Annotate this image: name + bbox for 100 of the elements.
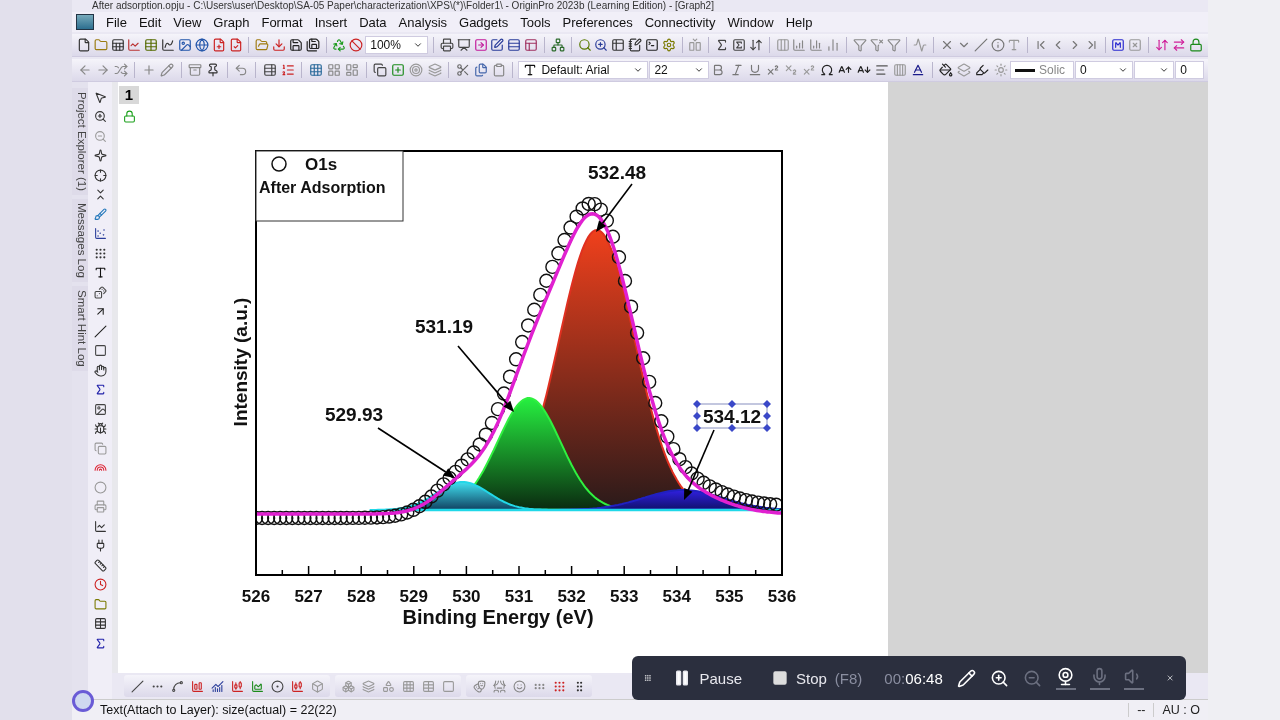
table-icon[interactable]	[610, 36, 627, 54]
funnel-icon[interactable]	[885, 36, 902, 54]
tick-label: 528	[347, 587, 376, 606]
tick-label: 527	[294, 587, 323, 606]
layer-tab[interactable]: 1	[119, 86, 139, 104]
mask-icon[interactable]	[510, 677, 528, 695]
menu-item[interactable]: Format	[255, 14, 309, 30]
sheet-icon[interactable]	[109, 36, 126, 54]
menu-item[interactable]: View	[167, 14, 208, 30]
pencil-icon[interactable]	[158, 61, 176, 79]
layout-icon[interactable]	[343, 61, 361, 79]
sparkle-icon[interactable]	[91, 146, 109, 165]
menu-item[interactable]: Gadgets	[453, 14, 515, 30]
crosshair-icon[interactable]	[91, 166, 109, 184]
menu-item[interactable]: Help	[779, 14, 819, 30]
axis-label: Binding Energy (eV)	[402, 606, 594, 628]
mask-icon[interactable]	[490, 677, 508, 695]
font-combo[interactable]: Default: Arial	[518, 61, 649, 79]
grid-plus-icon[interactable]	[325, 61, 343, 79]
menu-item[interactable]: Window	[721, 14, 780, 30]
side-tab[interactable]: Project Explorer (1)	[72, 88, 88, 196]
font-size-combo[interactable]: 22	[649, 61, 709, 79]
chart-spline-icon[interactable]	[160, 36, 177, 54]
bar-chart-icon[interactable]	[808, 36, 825, 54]
webcam-button[interactable]	[1055, 666, 1076, 690]
menu-item[interactable]: Graph	[207, 14, 256, 30]
clock-icon[interactable]	[91, 575, 109, 594]
line-chart-icon[interactable]	[126, 36, 143, 54]
paint-bucket-icon[interactable]	[937, 61, 955, 79]
stop-button[interactable]: Stop (F8)	[764, 669, 871, 687]
activity-icon[interactable]	[912, 36, 929, 54]
tick-label: 530	[452, 587, 481, 606]
menu-item[interactable]: Insert	[308, 14, 354, 30]
pencil-button[interactable]	[956, 668, 976, 688]
target-icon[interactable]	[407, 61, 425, 79]
copy-icon[interactable]	[371, 61, 389, 79]
line-width-combo[interactable]: 0	[1075, 61, 1133, 79]
tick-label: 536	[767, 587, 797, 606]
terminal-icon[interactable]	[644, 36, 660, 54]
shuffle-icon[interactable]	[112, 61, 130, 79]
column-plus-icon[interactable]	[687, 36, 704, 54]
lock-icon	[122, 110, 136, 123]
line-style-combo[interactable]: Solic	[1010, 61, 1075, 79]
ban-icon[interactable]	[348, 36, 365, 54]
tick-label: 534	[662, 587, 691, 606]
layers-icon[interactable]	[359, 677, 377, 695]
app-icon[interactable]	[76, 14, 94, 30]
zoom-combo[interactable]: 100%	[365, 36, 429, 54]
rows-icon[interactable]	[506, 36, 523, 54]
menu-item[interactable]: Preferences	[556, 14, 639, 30]
menu-item[interactable]: Tools	[514, 14, 557, 30]
menu-item[interactable]: File	[100, 14, 133, 30]
side-tab[interactable]: Smart Hint Log	[72, 285, 88, 371]
filter-icon[interactable]	[851, 36, 868, 54]
side-tab[interactable]: Messages Log	[72, 199, 88, 282]
annotation-arrow	[596, 183, 633, 232]
dice-icon[interactable]	[91, 283, 109, 301]
printer-icon[interactable]	[438, 36, 455, 54]
menu-item[interactable]: Edit	[132, 14, 168, 30]
bar-chart-icon[interactable]	[791, 36, 808, 54]
search-icon[interactable]	[576, 36, 593, 54]
menu-item[interactable]: Analysis	[392, 14, 454, 30]
zoom-in-button[interactable]	[989, 668, 1009, 688]
grid-icon[interactable]	[307, 61, 325, 79]
new-file-icon[interactable]	[76, 36, 92, 54]
sigma-square-icon[interactable]	[731, 36, 747, 54]
peak-label[interactable]: 532.48	[587, 162, 647, 183]
ruler-icon[interactable]	[91, 556, 109, 574]
brush-icon[interactable]	[91, 205, 109, 223]
tick-label: 535	[715, 587, 744, 606]
pause-button[interactable]: Pause	[665, 669, 750, 687]
edit-icon[interactable]	[627, 36, 643, 54]
peak-label[interactable]: 529.93	[324, 404, 384, 425]
peak-label[interactable]: 531.19	[414, 316, 474, 337]
save-all-icon[interactable]	[304, 36, 321, 54]
copy-icon[interactable]	[472, 61, 490, 79]
presentation-icon[interactable]	[455, 36, 472, 54]
value-field[interactable]: 0	[1175, 61, 1205, 79]
status-field: --	[1128, 703, 1154, 717]
filter-x-icon[interactable]	[868, 36, 885, 54]
hand-icon[interactable]	[91, 361, 109, 379]
circle-icon[interactable]	[268, 677, 286, 695]
zoom-in-icon[interactable]	[593, 36, 610, 54]
info-icon[interactable]	[989, 36, 1006, 54]
m-square-icon[interactable]	[1110, 36, 1127, 54]
lock-icon[interactable]	[1187, 36, 1204, 54]
menu-item[interactable]: Data	[353, 14, 393, 30]
save-icon[interactable]	[288, 36, 304, 54]
recycle-icon[interactable]	[331, 36, 348, 54]
globe-icon[interactable]	[193, 36, 210, 54]
pen-square-icon[interactable]	[489, 36, 506, 54]
legend-label: After Adsorption	[259, 179, 386, 196]
image-icon[interactable]	[177, 36, 193, 54]
selection-handles[interactable]	[693, 400, 771, 432]
network-icon[interactable]	[549, 36, 566, 54]
download-icon[interactable]	[271, 36, 287, 54]
square-arrow-icon[interactable]	[472, 36, 489, 54]
gear-icon[interactable]	[660, 36, 677, 54]
panels-icon[interactable]	[523, 36, 540, 54]
menu-item[interactable]: Connectivity	[638, 14, 722, 30]
